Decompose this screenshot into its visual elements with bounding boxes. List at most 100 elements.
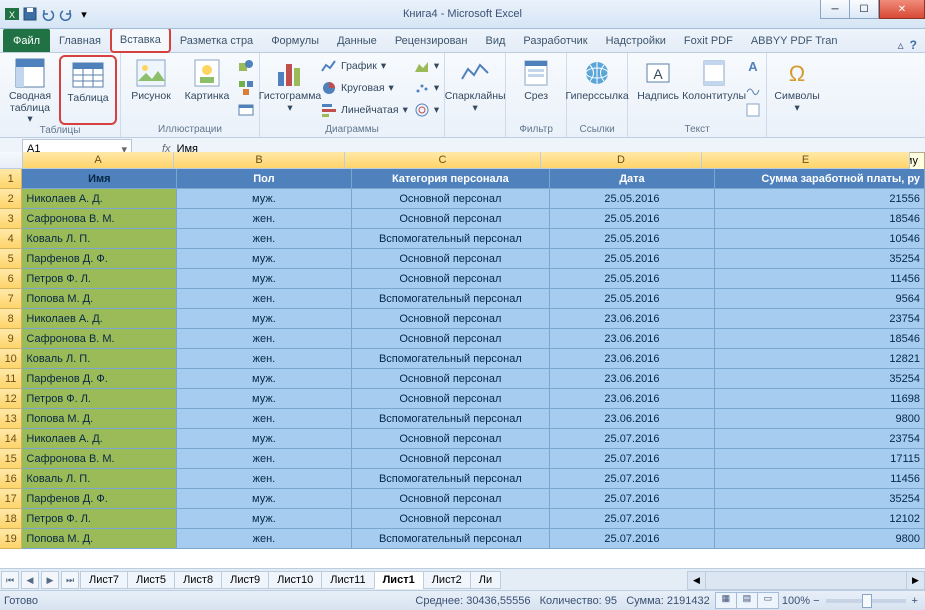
cell[interactable]: жен. (177, 469, 351, 489)
zoom-out-button[interactable]: − (810, 595, 819, 607)
sheet-nav-first[interactable]: ⏮ (1, 571, 19, 589)
header-cell[interactable]: Имя (22, 169, 177, 189)
col-header-e[interactable]: E (702, 152, 910, 169)
cell[interactable]: Петров Ф. Л. (22, 509, 177, 529)
cell[interactable]: Основной персонал (352, 369, 551, 389)
cell[interactable]: Основной персонал (352, 449, 551, 469)
cell[interactable]: 25.07.2016 (550, 509, 715, 529)
cell[interactable]: жен. (177, 449, 351, 469)
cell[interactable]: жен. (177, 529, 351, 549)
qat-more-icon[interactable]: ▾ (76, 6, 92, 22)
tab-file[interactable]: Файл (3, 29, 50, 52)
row-number[interactable]: 11 (0, 369, 22, 389)
cell[interactable]: Основной персонал (352, 249, 551, 269)
cell[interactable]: жен. (177, 289, 351, 309)
close-button[interactable]: ✕ (879, 0, 925, 19)
cell[interactable]: Николаев А. Д. (22, 309, 177, 329)
row-number[interactable]: 6 (0, 269, 22, 289)
cell[interactable]: жен. (177, 329, 351, 349)
sheet-tab[interactable]: Лист9 (221, 571, 269, 589)
cell[interactable]: Основной персонал (352, 329, 551, 349)
cell[interactable]: Николаев А. Д. (22, 429, 177, 449)
cell[interactable]: муж. (177, 489, 351, 509)
col-header-a[interactable]: A (23, 152, 174, 169)
cell[interactable]: 25.07.2016 (550, 469, 715, 489)
cell[interactable]: 25.05.2016 (550, 269, 715, 289)
cell[interactable]: Коваль Л. П. (22, 469, 177, 489)
sheet-tab[interactable]: Лист11 (321, 571, 374, 589)
cell[interactable]: Основной персонал (352, 429, 551, 449)
header-cell[interactable]: Пол (177, 169, 351, 189)
cell[interactable]: 12821 (715, 349, 925, 369)
cell[interactable]: 21556 (715, 189, 925, 209)
cell[interactable]: Парфенов Д. Ф. (22, 249, 177, 269)
row-number[interactable]: 12 (0, 389, 22, 409)
cell[interactable]: жен. (177, 349, 351, 369)
cell[interactable]: Парфенов Д. Ф. (22, 489, 177, 509)
cell[interactable]: Попова М. Д. (22, 529, 177, 549)
cell[interactable]: муж. (177, 309, 351, 329)
sheet-nav-last[interactable]: ⏭ (61, 571, 79, 589)
cell[interactable]: 9800 (715, 409, 925, 429)
shapes-button[interactable] (236, 55, 256, 76)
area-chart-button[interactable]: ▾ (412, 55, 441, 76)
header-footer-button[interactable]: Колонтитулы (687, 55, 741, 121)
header-cell[interactable]: Категория персонала (352, 169, 551, 189)
cell[interactable]: Парфенов Д. Ф. (22, 369, 177, 389)
col-header-c[interactable]: C (345, 152, 541, 169)
cell[interactable]: Основной персонал (352, 189, 551, 209)
tab-formulas[interactable]: Формулы (262, 29, 328, 52)
cell[interactable]: 25.05.2016 (550, 189, 715, 209)
row-number[interactable]: 4 (0, 229, 22, 249)
cell[interactable]: Вспомогательный персонал (352, 409, 551, 429)
cell[interactable]: 18546 (715, 329, 925, 349)
sheet-tab[interactable]: Лист7 (80, 571, 128, 589)
row-number[interactable]: 15 (0, 449, 22, 469)
undo-icon[interactable] (40, 6, 56, 22)
bar-chart-button[interactable]: Линейчатая ▾ (319, 99, 410, 120)
tab-review[interactable]: Рецензирован (386, 29, 477, 52)
cell[interactable]: муж. (177, 269, 351, 289)
row-number[interactable]: 3 (0, 209, 22, 229)
tab-view[interactable]: Вид (477, 29, 515, 52)
cell[interactable]: муж. (177, 389, 351, 409)
cell[interactable]: 18546 (715, 209, 925, 229)
scatter-chart-button[interactable]: ▾ (412, 77, 441, 98)
cell[interactable]: Сафронова В. М. (22, 449, 177, 469)
cell[interactable]: Попова М. Д. (22, 289, 177, 309)
screenshot-button[interactable] (236, 99, 256, 120)
tab-data[interactable]: Данные (328, 29, 386, 52)
row-number[interactable]: 16 (0, 469, 22, 489)
cell[interactable]: муж. (177, 249, 351, 269)
cell[interactable]: 23754 (715, 429, 925, 449)
cell[interactable]: Сафронова В. М. (22, 209, 177, 229)
scroll-track[interactable] (706, 571, 906, 590)
cell[interactable]: 23.06.2016 (550, 329, 715, 349)
view-break-button[interactable]: ▭ (757, 592, 779, 609)
line-chart-button[interactable]: График ▾ (319, 55, 410, 76)
view-normal-button[interactable]: ▦ (715, 592, 737, 609)
cell[interactable]: 17115 (715, 449, 925, 469)
cell[interactable]: 9564 (715, 289, 925, 309)
row-number[interactable]: 17 (0, 489, 22, 509)
cell[interactable]: муж. (177, 369, 351, 389)
zoom-slider[interactable] (826, 599, 906, 603)
tab-developer[interactable]: Разработчик (514, 29, 596, 52)
cell[interactable]: Вспомогательный персонал (352, 289, 551, 309)
cell[interactable]: муж. (177, 429, 351, 449)
sheet-tab[interactable]: Лист8 (174, 571, 222, 589)
cell[interactable]: 25.07.2016 (550, 429, 715, 449)
tab-page-layout[interactable]: Разметка стра (171, 29, 262, 52)
cell[interactable]: муж. (177, 509, 351, 529)
view-layout-button[interactable]: ▤ (736, 592, 758, 609)
cell[interactable]: 10546 (715, 229, 925, 249)
sheet-nav-next[interactable]: ▶ (41, 571, 59, 589)
tab-abbyy[interactable]: ABBYY PDF Tran (742, 29, 847, 52)
col-header-b[interactable]: B (174, 152, 345, 169)
cell[interactable]: 12102 (715, 509, 925, 529)
sheet-tab[interactable]: Лист1 (374, 571, 424, 589)
cell[interactable]: Петров Ф. Л. (22, 269, 177, 289)
wordart-button[interactable]: A (743, 55, 763, 76)
scroll-right-icon[interactable]: ▶ (906, 571, 925, 590)
cell[interactable]: жен. (177, 229, 351, 249)
